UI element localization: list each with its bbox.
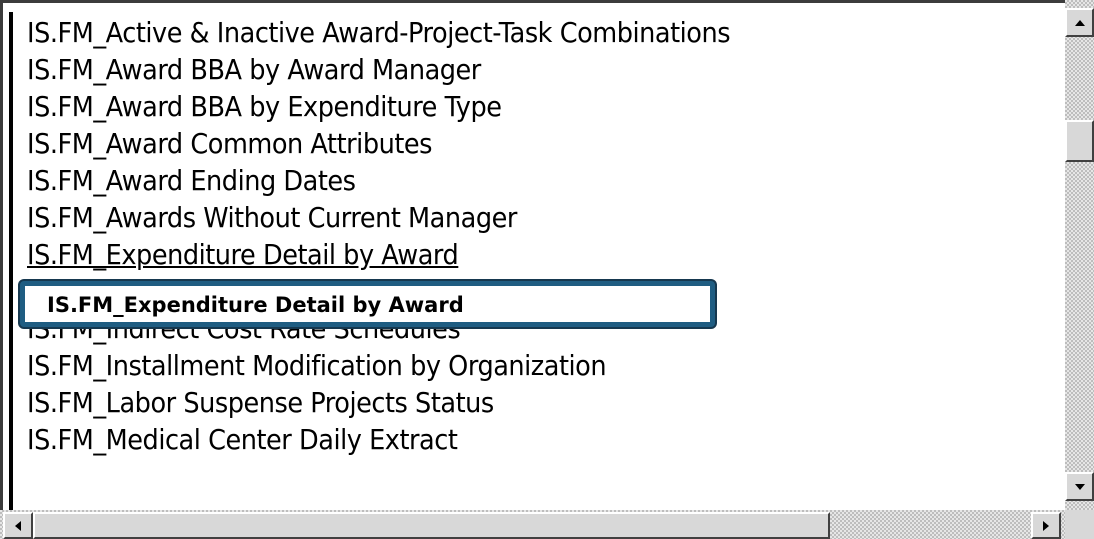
arrow-left-icon [15, 520, 21, 531]
list-item[interactable]: IS.FM_Active & Inactive Award-Project-Ta… [27, 15, 985, 52]
arrow-down-icon [1074, 483, 1085, 490]
list-item[interactable]: IS.FM_Expenditure Detail by Award [27, 237, 985, 274]
list-item[interactable]: IS.FM_Awards Without Current Manager [27, 200, 985, 237]
list-item[interactable]: IS.FM_Installment Modification by Organi… [27, 348, 985, 385]
arrow-up-icon [1074, 19, 1085, 26]
arrow-right-icon [1043, 520, 1049, 531]
scroll-up-button[interactable] [1065, 8, 1094, 37]
callout-label: IS.FM_Expenditure Detail by Award [47, 293, 464, 317]
vertical-scrollbar[interactable] [1065, 0, 1094, 510]
report-listbox[interactable]: IS.FM_Active & Inactive Award-Project-Ta… [0, 0, 1094, 539]
scroll-down-button[interactable] [1065, 472, 1094, 501]
report-list: IS.FM_Active & Inactive Award-Project-Ta… [27, 15, 1057, 515]
scroll-left-button[interactable] [3, 512, 33, 539]
list-item[interactable]: IS.FM_Award BBA by Award Manager [27, 52, 985, 89]
list-item[interactable]: IS.FM_Award Ending Dates [27, 163, 985, 200]
highlight-callout: IS.FM_Expenditure Detail by Award [20, 281, 715, 327]
list-item[interactable]: IS.FM_Award BBA by Expenditure Type [27, 89, 985, 126]
vertical-scroll-thumb[interactable] [1065, 120, 1094, 162]
list-item[interactable]: IS.FM_Labor Suspense Projects Status [27, 385, 985, 422]
horizontal-scroll-thumb[interactable] [33, 512, 830, 539]
list-item[interactable]: IS.FM_Medical Center Daily Extract [27, 422, 985, 459]
scroll-right-button[interactable] [1031, 512, 1061, 539]
list-item[interactable]: IS.FM_Award Common Attributes [27, 126, 985, 163]
listbox-left-edge [9, 12, 13, 539]
scrollbar-corner [1065, 510, 1094, 539]
